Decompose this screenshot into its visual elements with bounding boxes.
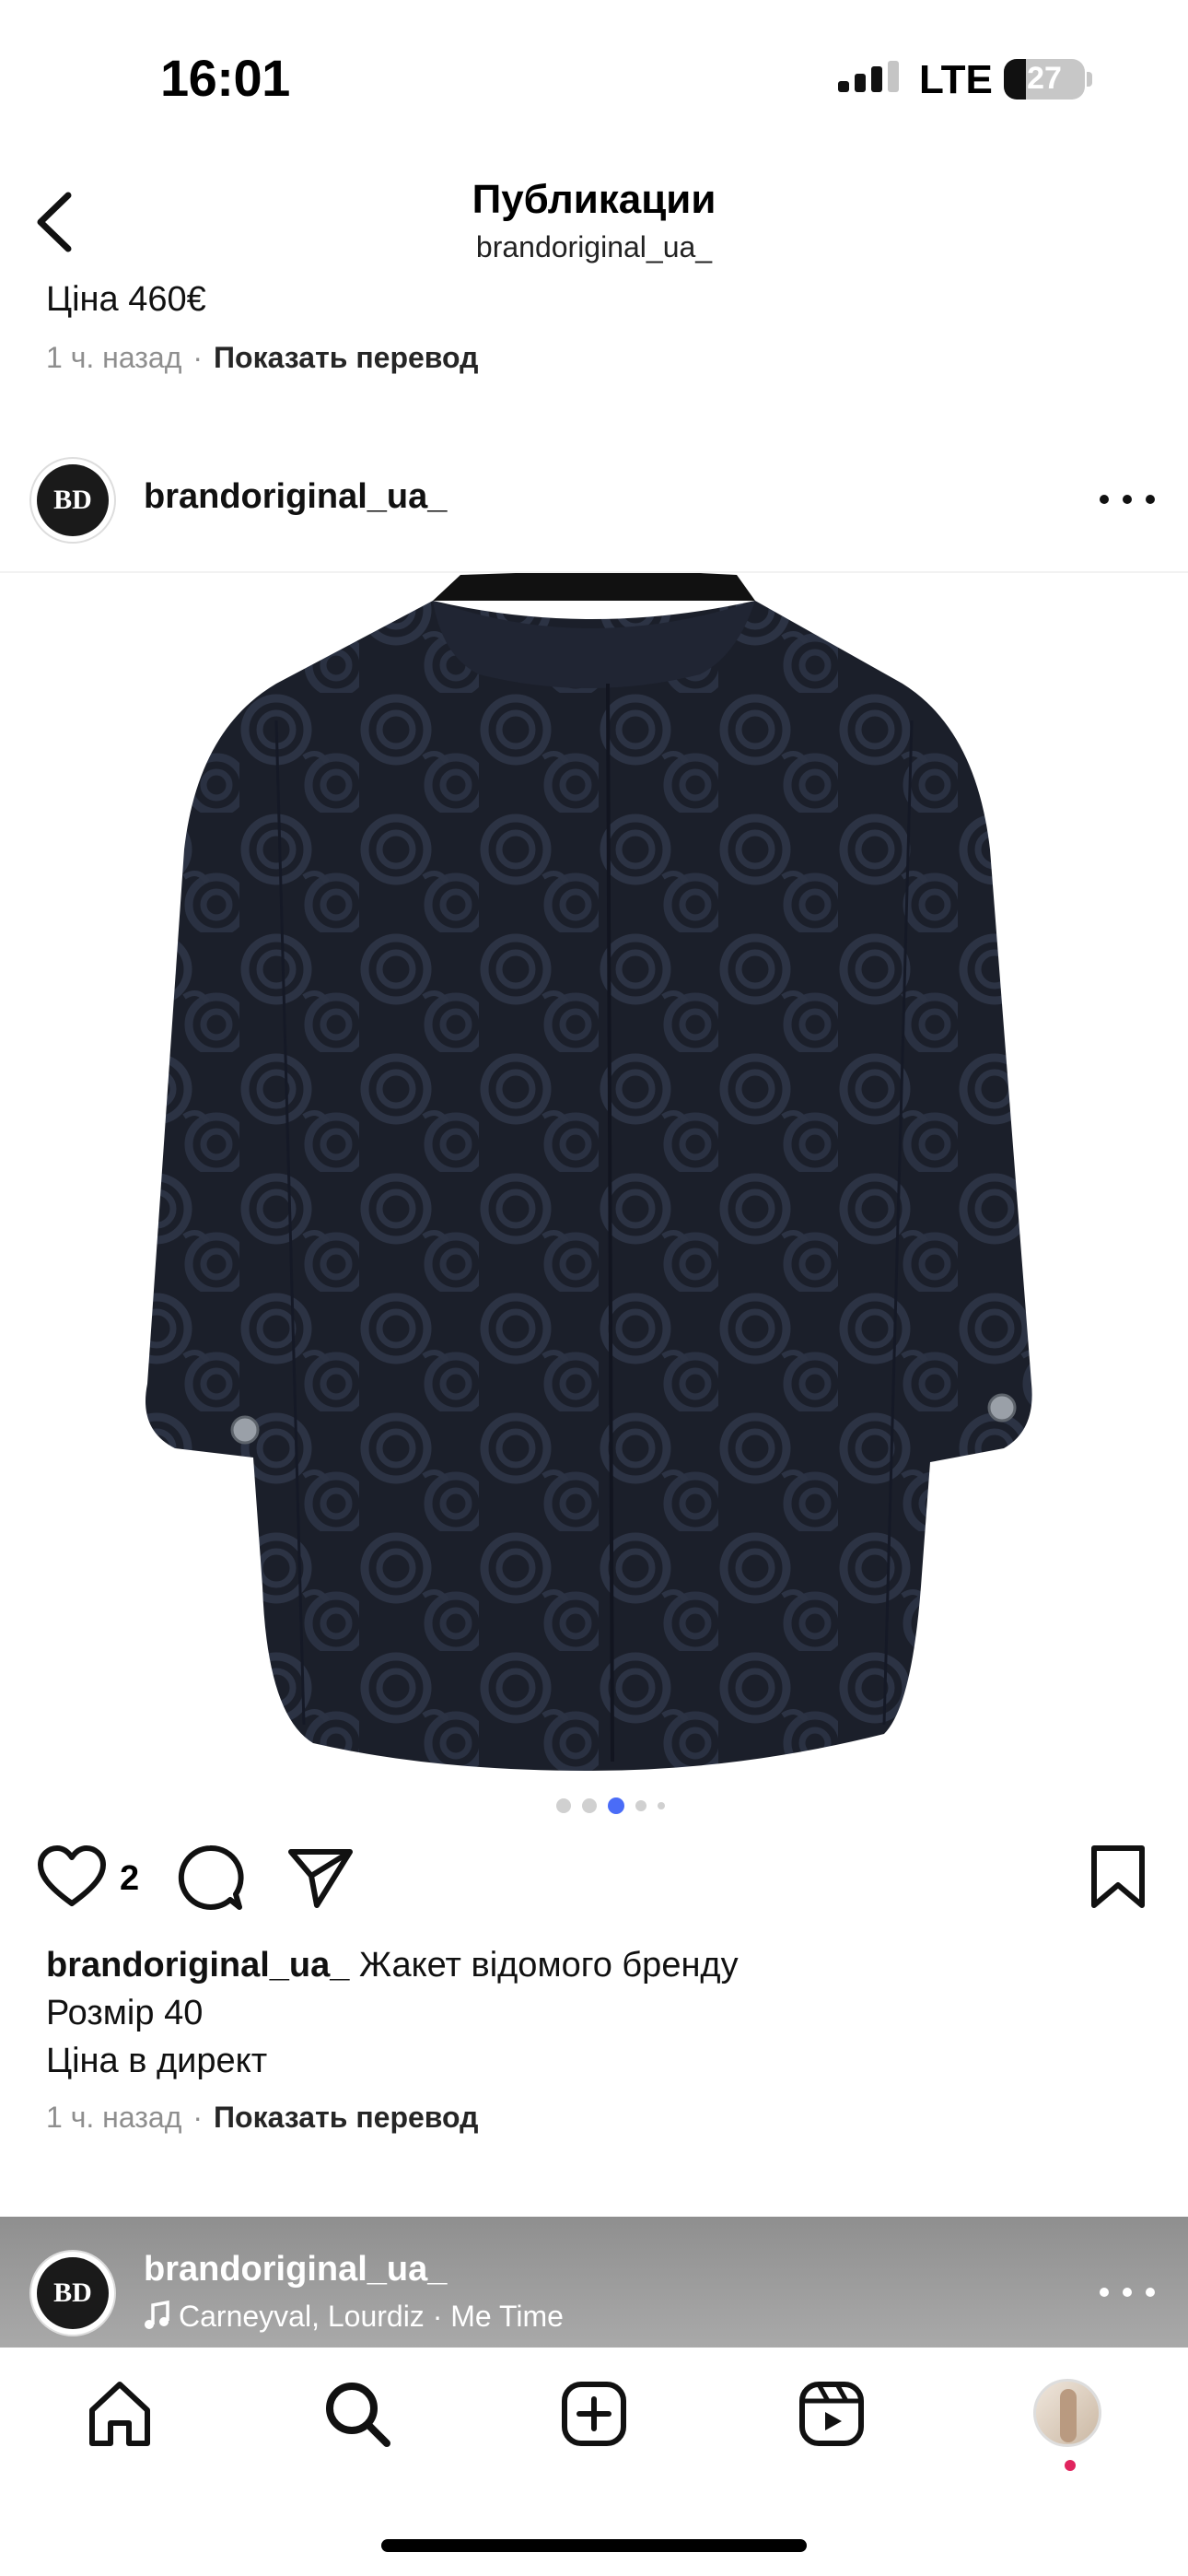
carousel-dot xyxy=(582,1798,597,1813)
reels-icon[interactable] xyxy=(795,2377,868,2451)
avatar[interactable]: BD xyxy=(29,457,116,544)
profile-figure xyxy=(1060,2389,1077,2442)
status-time: 16:01 xyxy=(160,49,290,107)
like-count[interactable]: 2 xyxy=(120,1859,139,1899)
page-title: Публикации xyxy=(472,177,716,222)
battery-icon: 27 xyxy=(1004,59,1085,100)
caption-line-price: Ціна в директ xyxy=(46,2042,268,2080)
next-post-username[interactable]: brandoriginal_ua_ xyxy=(144,2250,447,2289)
separator-dot: · xyxy=(192,2101,204,2134)
more-horizontal-icon[interactable] xyxy=(1100,490,1155,509)
home-icon[interactable] xyxy=(83,2377,157,2451)
carousel-dot xyxy=(608,1797,624,1814)
previous-post-meta: 1 ч. назад · Показать перевод xyxy=(46,341,478,375)
carousel-dot xyxy=(556,1798,571,1813)
signal-icon xyxy=(838,61,899,92)
music-info[interactable]: Carneyval, Lourdiz · Me Time xyxy=(144,2300,564,2334)
comment-icon[interactable] xyxy=(175,1843,245,1913)
post-caption: brandoriginal_ua_ Жакет відомого бренду xyxy=(46,1946,739,1985)
network-type: LTE xyxy=(919,57,993,102)
heart-icon[interactable] xyxy=(37,1843,107,1913)
post-meta: 1 ч. назад · Показать перевод xyxy=(46,2101,478,2135)
carousel-indicator xyxy=(556,1797,685,1815)
post-username[interactable]: brandoriginal_ua_ xyxy=(144,477,447,517)
more-horizontal-icon[interactable] xyxy=(1100,2283,1155,2301)
carousel-dot xyxy=(658,1802,665,1809)
caption-text: Жакет відомого бренду xyxy=(358,1946,739,1985)
avatar-logo: BD xyxy=(37,464,109,536)
previous-caption: Ціна 460€ xyxy=(46,280,206,319)
notification-dot xyxy=(1065,2460,1076,2471)
battery-percent: 27 xyxy=(1027,61,1062,96)
battery-nub xyxy=(1087,72,1092,87)
music-track: Carneyval, Lourdiz · Me Time xyxy=(179,2300,564,2333)
avatar-logo: BD xyxy=(37,2257,109,2329)
profile-icon[interactable] xyxy=(1033,2379,1101,2447)
time-ago: 1 ч. назад xyxy=(46,2101,182,2134)
separator-dot: · xyxy=(192,341,204,374)
carousel-dot xyxy=(635,1800,646,1811)
share-icon[interactable] xyxy=(285,1843,355,1913)
bookmark-icon[interactable] xyxy=(1083,1843,1153,1913)
post-image[interactable] xyxy=(0,573,1188,1771)
caption-line-size: Розмір 40 xyxy=(46,1994,204,2032)
caption-username[interactable]: brandoriginal_ua_ xyxy=(46,1946,349,1985)
create-icon[interactable] xyxy=(557,2377,631,2451)
show-translation-link[interactable]: Показать перевод xyxy=(214,2101,478,2134)
time-ago: 1 ч. назад xyxy=(46,341,182,374)
home-indicator xyxy=(381,2539,807,2552)
avatar[interactable]: BD xyxy=(29,2250,116,2336)
music-note-icon xyxy=(145,2300,169,2329)
page-subtitle[interactable]: brandoriginal_ua_ xyxy=(0,230,1188,264)
search-icon[interactable] xyxy=(320,2377,394,2451)
show-translation-link[interactable]: Показать перевод xyxy=(214,341,478,374)
